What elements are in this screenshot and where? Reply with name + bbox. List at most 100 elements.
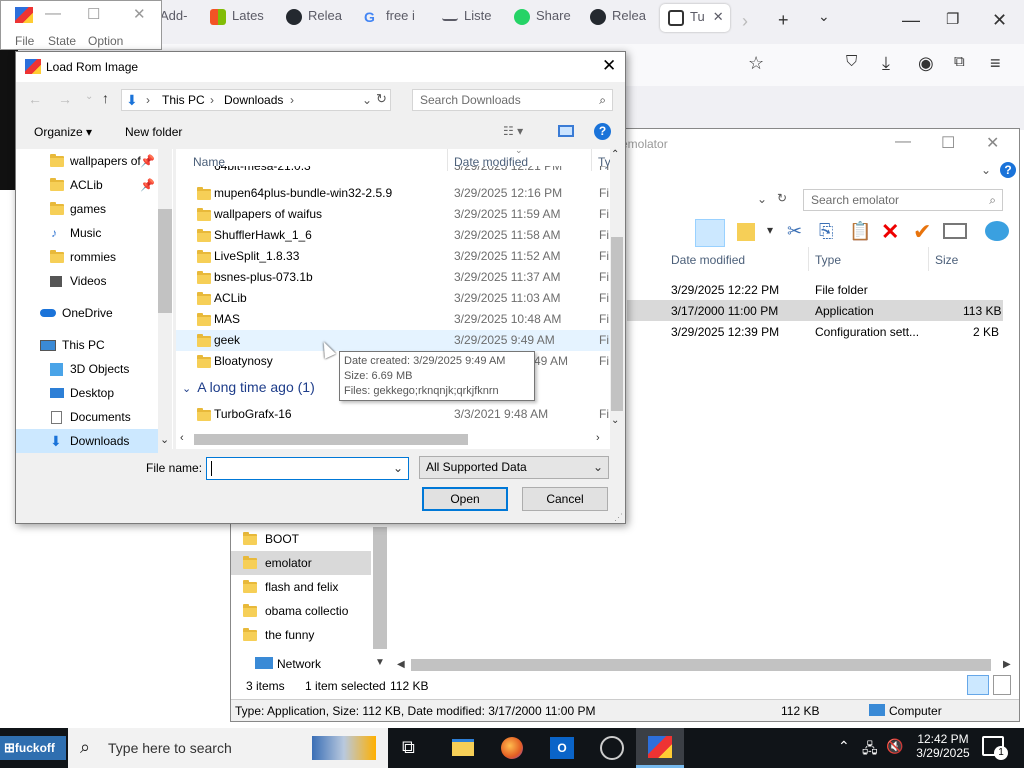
group-header[interactable]: ⌄ A long time ago (1) bbox=[182, 379, 315, 395]
menu-state[interactable]: State bbox=[48, 34, 76, 48]
up-icon[interactable]: ↑ bbox=[102, 90, 109, 106]
minimize-icon[interactable]: — bbox=[45, 5, 61, 23]
address-bar[interactable]: ⬇ › This PC › Downloads › ⌄ ↻ bbox=[121, 89, 391, 111]
nav-item-this-pc[interactable]: This PC bbox=[16, 333, 156, 357]
scroll-right-icon[interactable]: › bbox=[596, 432, 600, 444]
view-options-icon[interactable]: ☷ ▾ bbox=[503, 124, 523, 138]
nav-item-music[interactable]: ♪ Music bbox=[16, 221, 156, 245]
file-row[interactable]: MAS 3/29/2025 10:48 AM Fi bbox=[176, 309, 610, 330]
recent-dropdown-icon[interactable]: ⌄ bbox=[85, 91, 93, 102]
column-size[interactable]: Size bbox=[935, 253, 958, 267]
nav-item-onedrive[interactable]: OneDrive bbox=[16, 301, 156, 325]
taskbar-firefox[interactable] bbox=[488, 728, 536, 768]
file-row[interactable]: wallpapers of waifus 3/29/2025 11:59 AM Fi bbox=[176, 204, 610, 225]
close-tab-icon[interactable]: ✕ bbox=[713, 9, 724, 24]
tab-list-icon[interactable]: ⌄ bbox=[818, 8, 830, 25]
breadcrumb-this-pc[interactable]: This PC bbox=[162, 90, 205, 110]
open-button[interactable]: Open bbox=[422, 487, 508, 511]
nav-item-aclib[interactable]: ACLib 📌 bbox=[16, 173, 156, 197]
column-type[interactable]: Type bbox=[815, 253, 841, 267]
taskbar-file-explorer[interactable] bbox=[438, 728, 486, 768]
menu-option[interactable]: Option bbox=[88, 34, 123, 48]
browser-tab[interactable]: Liste bbox=[442, 8, 491, 36]
nav-item-wallpapers[interactable]: wallpapers of 📌 bbox=[16, 149, 156, 173]
nav-scrollbar[interactable]: ⌄ bbox=[158, 149, 172, 449]
nav-item-network[interactable]: Network bbox=[277, 657, 321, 671]
minimize-icon[interactable]: — bbox=[895, 133, 911, 151]
file-name-input[interactable]: ⌄ bbox=[206, 457, 409, 480]
search-input[interactable]: Search Downloads ⌕ bbox=[412, 89, 613, 111]
show-hidden-icons[interactable]: ⌃ bbox=[838, 738, 850, 755]
maximize-icon[interactable]: ☐ bbox=[87, 5, 100, 23]
browser-tab[interactable]: Share bbox=[514, 8, 571, 36]
browser-tab[interactable]: Lates bbox=[210, 8, 264, 36]
table-row[interactable]: 3/29/2025 12:39 PM Configuration sett...… bbox=[627, 321, 1001, 342]
nav-item-flash-and-felix[interactable]: flash and felix bbox=[231, 575, 371, 599]
nav-item-rommies[interactable]: rommies bbox=[16, 245, 156, 269]
scroll-down-icon[interactable]: ⌄ bbox=[611, 415, 619, 426]
cut-icon[interactable]: ✂ bbox=[787, 221, 802, 242]
nav-item-emolator[interactable]: emolator bbox=[231, 551, 371, 575]
preview-pane-icon[interactable] bbox=[558, 125, 574, 137]
tab-scroll-right-icon[interactable]: › bbox=[742, 11, 748, 32]
scroll-down-icon[interactable]: ▼ bbox=[375, 657, 385, 668]
close-icon[interactable]: ✕ bbox=[602, 56, 616, 76]
dropdown-icon[interactable]: ▾ bbox=[767, 223, 773, 237]
new-tab-icon[interactable]: + bbox=[778, 10, 789, 31]
nav-item-the-funny[interactable]: the funny bbox=[231, 623, 371, 647]
path-dropdown-icon[interactable]: ⌄ bbox=[362, 90, 372, 110]
table-row-selected[interactable]: 3/17/2000 11:00 PM Application 113 KB bbox=[627, 300, 1003, 321]
nav-item-desktop[interactable]: Desktop bbox=[16, 381, 156, 405]
select-icon[interactable] bbox=[943, 223, 967, 239]
taskbar-emulator[interactable] bbox=[636, 728, 684, 768]
file-row[interactable]: mupen64plus-bundle-win32-2.5.9 3/29/2025 … bbox=[176, 183, 610, 204]
taskbar-obs[interactable] bbox=[588, 728, 636, 768]
clock[interactable]: 12:42 PM 3/29/2025 bbox=[914, 732, 972, 760]
scroll-right-icon[interactable]: ▶ bbox=[1003, 659, 1011, 670]
nav-item-downloads[interactable]: ⬇ Downloads bbox=[16, 429, 158, 453]
resize-grip-icon[interactable]: ⋰ bbox=[614, 512, 623, 523]
file-list-scrollbar[interactable]: ⌃ ⌄ bbox=[610, 149, 624, 429]
delete-icon[interactable]: ✕ bbox=[881, 219, 899, 245]
download-icon[interactable]: ⤓ bbox=[882, 53, 890, 74]
rename-icon[interactable]: ✔ bbox=[913, 219, 931, 245]
file-row[interactable]: TurboGrafx-16 3/3/2021 9:48 AM Fi bbox=[176, 404, 610, 425]
task-view-button[interactable]: ⧉ bbox=[388, 728, 436, 768]
paste-icon[interactable]: 📋 bbox=[849, 221, 871, 242]
file-type-filter[interactable]: All Supported Data ⌄ bbox=[419, 456, 609, 479]
table-row[interactable]: 3/29/2025 12:22 PM File folder bbox=[627, 279, 1001, 300]
nav-item-obama-collection[interactable]: obama collectio bbox=[231, 599, 371, 623]
chevron-down-icon[interactable]: ⌄ bbox=[393, 461, 403, 475]
close-icon[interactable]: ✕ bbox=[992, 10, 1007, 31]
view-pane-icon[interactable] bbox=[695, 219, 725, 247]
nav-item-games[interactable]: games bbox=[16, 197, 156, 221]
forward-icon[interactable]: → bbox=[58, 91, 72, 107]
new-folder-button[interactable]: New folder bbox=[125, 125, 182, 139]
browser-tab[interactable]: Add- bbox=[160, 8, 187, 36]
nav-item-3d-objects[interactable]: 3D Objects bbox=[16, 357, 156, 381]
cancel-button[interactable]: Cancel bbox=[522, 487, 608, 511]
file-row[interactable]: 64bit-mesa-21.0.3 3/29/2025 12:21 PM Fi bbox=[176, 166, 610, 179]
scroll-down-icon[interactable]: ⌄ bbox=[160, 433, 169, 446]
nav-item-videos[interactable]: Videos bbox=[16, 269, 156, 293]
file-row[interactable]: ShufflerHawk_1_6 3/29/2025 11:58 AM Fi bbox=[176, 225, 610, 246]
breadcrumb-downloads[interactable]: Downloads bbox=[224, 90, 283, 110]
menu-file[interactable]: File bbox=[15, 34, 34, 48]
scroll-left-icon[interactable]: ‹ bbox=[180, 432, 184, 444]
large-icons-view-icon[interactable] bbox=[993, 675, 1011, 695]
organize-button[interactable]: Organize ▾ bbox=[34, 125, 92, 139]
file-row-hover[interactable]: geek 3/29/2025 9:49 AM Fi bbox=[176, 330, 610, 351]
maximize-icon[interactable]: ☐ bbox=[941, 133, 955, 153]
ribbon-expand-icon[interactable]: ⌄ bbox=[981, 163, 991, 177]
scroll-thumb[interactable] bbox=[158, 209, 172, 313]
browser-tab[interactable]: Relea bbox=[590, 8, 646, 36]
browser-tab[interactable]: Relea bbox=[286, 8, 342, 36]
nav-item-boot[interactable]: BOOT bbox=[231, 527, 371, 551]
column-date[interactable]: Date modified bbox=[671, 253, 745, 267]
copy-icon[interactable]: ⎘ bbox=[819, 221, 833, 242]
taskbar-search-box[interactable]: ⌕ Type here to search bbox=[68, 728, 388, 768]
refresh-icon[interactable]: ↻ bbox=[777, 191, 787, 205]
details-view-icon[interactable] bbox=[967, 675, 989, 695]
help-icon[interactable]: ? bbox=[1000, 162, 1016, 178]
file-row[interactable]: ACLib 3/29/2025 11:03 AM Fi bbox=[176, 288, 610, 309]
